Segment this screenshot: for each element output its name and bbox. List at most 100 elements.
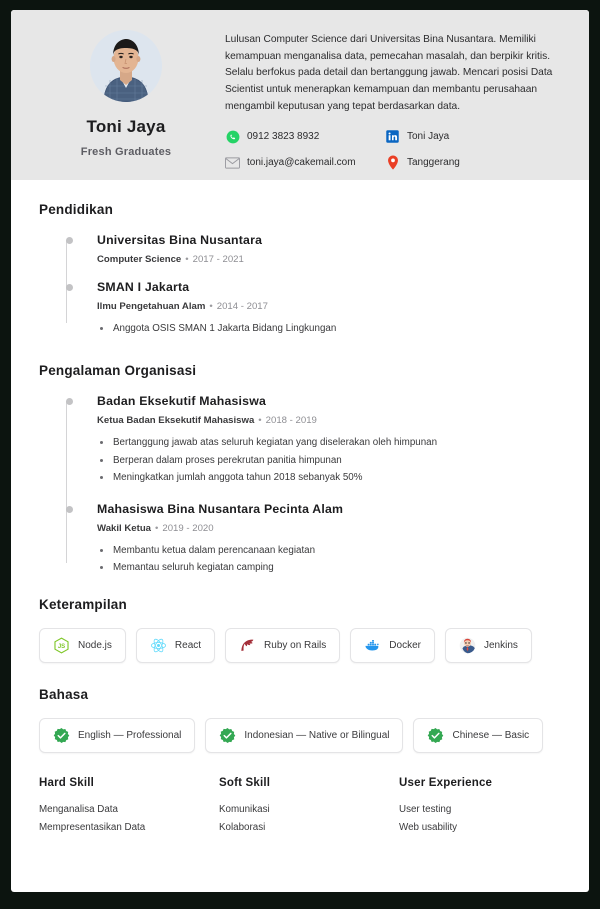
skill-chip-rails[interactable]: Ruby on Rails — [225, 627, 341, 663]
education-entry: Universitas Bina Nusantara Computer Scie… — [65, 233, 561, 265]
verified-check-icon — [427, 727, 444, 744]
svg-text:JS: JS — [58, 644, 65, 650]
resume-header: Toni Jaya Fresh Graduates Lulusan Comput… — [11, 10, 589, 180]
footer-column-title: User Experience — [399, 776, 493, 789]
contact-phone-value: 0912 3823 8932 — [247, 131, 320, 143]
education-major: Ilmu Pengetahuan Alam — [97, 301, 206, 312]
avatar — [90, 30, 162, 102]
timeline-line — [66, 401, 67, 563]
education-years: 2014 - 2017 — [216, 301, 268, 312]
linkedin-icon — [385, 129, 400, 144]
timeline-dot — [65, 237, 73, 244]
organization-meta: Wakil Ketua • 2019 - 2020 — [97, 523, 561, 534]
skill-chip-label: React — [174, 639, 202, 651]
organization-years: 2018 - 2019 — [265, 415, 317, 427]
bullet-item: Bertanggung jawab atas seluruh kegiatan … — [97, 434, 561, 451]
language-chip-indonesian[interactable]: Indonesian — Native or Bilingual — [205, 717, 404, 753]
resume-body: Pendidikan Universitas Bina Nusantara Co… — [11, 180, 589, 837]
footer-column-item: Kolaborasi — [219, 821, 266, 833]
organization-entry: Mahasiswa Bina Nusantara Pecinta Alam Wa… — [65, 501, 561, 577]
bullet-item: Meningkatkan jumlah anggota tahun 2018 s… — [97, 469, 561, 486]
contact-list: 0912 3823 8932 Toni Jaya toni.jaya@cakem… — [225, 129, 569, 170]
skill-chip-label: Docker — [389, 639, 421, 651]
education-years: 2017 - 2021 — [192, 254, 244, 265]
section-organization-experience: Pengalaman Organisasi Badan Eksekutif Ma… — [39, 363, 561, 576]
contact-location-value: Tanggerang — [407, 157, 460, 169]
skill-chip-react[interactable]: React — [135, 627, 216, 663]
meta-separator: • — [185, 254, 189, 265]
organization-timeline: Badan Eksekutif Mahasiswa Ketua Badan Ek… — [39, 394, 561, 576]
language-chip-label: Indonesian — Native or Bilingual — [244, 729, 390, 741]
footer-skill-columns: Hard Skill Menganalisa Data Mempresentas… — [39, 777, 561, 837]
skill-chip-docker[interactable]: Docker — [350, 627, 435, 663]
contact-phone[interactable]: 0912 3823 8932 — [225, 129, 385, 144]
profile-photo-icon — [90, 30, 162, 102]
education-meta: Ilmu Pengetahuan Alam • 2014 - 2017 — [97, 301, 561, 312]
section-title-education: Pendidikan — [39, 202, 114, 217]
meta-separator: • — [258, 415, 262, 427]
header-identity-block: Toni Jaya Fresh Graduates — [31, 28, 221, 180]
education-major: Computer Science — [97, 254, 182, 265]
bullet-item: Memantau seluruh kegiatan camping — [97, 559, 561, 576]
jenkins-icon — [459, 637, 476, 654]
language-chip-label: Chinese — Basic — [452, 729, 530, 741]
contact-location[interactable]: Tanggerang — [385, 155, 569, 170]
education-organization: Universitas Bina Nusantara — [97, 233, 263, 247]
timeline-dot — [65, 398, 73, 406]
bullet-item: Berperan dalam proses perekrutan panitia… — [97, 452, 561, 469]
section-languages: Bahasa English — Professional Indonesian… — [39, 687, 561, 753]
contact-email-value: toni.jaya@cakemail.com — [247, 157, 356, 169]
professional-summary: Lulusan Computer Science dari Universita… — [225, 34, 553, 112]
organization-years: 2019 - 2020 — [162, 522, 214, 534]
organization-bullets: Bertanggung jawab atas seluruh kegiatan … — [97, 434, 561, 486]
organization-entry: Badan Eksekutif Mahasiswa Ketua Badan Ek… — [65, 394, 561, 486]
bullet-item: Anggota OSIS SMAN 1 Jakarta Bidang Lingk… — [97, 320, 561, 337]
language-chip-list: English — Professional Indonesian — Nati… — [39, 717, 561, 753]
footer-column-item: Mempresentasikan Data — [39, 821, 146, 833]
footer-column-item: Web usability — [399, 821, 458, 833]
docker-icon — [364, 637, 381, 654]
rails-icon — [239, 637, 256, 654]
footer-column-user-experience: User Experience User testing Web usabili… — [399, 777, 561, 837]
skill-chip-nodejs[interactable]: JS Node.js — [39, 627, 126, 663]
education-organization: SMAN I Jakarta — [97, 280, 190, 294]
contact-email[interactable]: toni.jaya@cakemail.com — [225, 155, 385, 170]
organization-name: Badan Eksekutif Mahasiswa — [97, 394, 267, 409]
organization-name: Mahasiswa Bina Nusantara Pecinta Alam — [97, 501, 344, 516]
timeline-dot — [65, 505, 73, 513]
section-title-organization-experience: Pengalaman Organisasi — [39, 363, 197, 379]
resume-page: Toni Jaya Fresh Graduates Lulusan Comput… — [11, 10, 589, 892]
react-icon — [150, 637, 167, 654]
person-job-title: Fresh Graduates — [80, 146, 172, 158]
organization-role: Wakil Ketua — [97, 522, 152, 534]
education-meta: Computer Science • 2017 - 2021 — [97, 254, 561, 265]
timeline-line — [66, 240, 67, 324]
verified-check-icon — [53, 727, 70, 744]
section-education: Pendidikan Universitas Bina Nusantara Co… — [39, 202, 561, 337]
education-timeline: Universitas Bina Nusantara Computer Scie… — [39, 233, 561, 337]
footer-column-soft-skill: Soft Skill Komunikasi Kolaborasi — [219, 777, 381, 837]
organization-bullets: Membantu ketua dalam perencanaan kegiata… — [97, 542, 561, 577]
person-name: Toni Jaya — [86, 117, 166, 136]
language-chip-chinese[interactable]: Chinese — Basic — [413, 717, 544, 753]
language-chip-label: English — Professional — [78, 729, 182, 741]
education-entry: SMAN I Jakarta Ilmu Pengetahuan Alam • 201… — [65, 280, 561, 337]
section-title-skills: Keterampilan — [39, 596, 127, 612]
education-bullets: Anggota OSIS SMAN 1 Jakarta Bidang Lingk… — [97, 320, 561, 337]
section-title-languages: Bahasa — [39, 686, 89, 702]
skill-chip-list: JS Node.js React Ruby on Rails Docker Je… — [39, 627, 561, 663]
location-pin-icon — [385, 155, 400, 170]
footer-column-title: Soft Skill — [219, 776, 271, 789]
verified-check-icon — [219, 727, 236, 744]
footer-column-title: Hard Skill — [39, 776, 95, 789]
language-chip-english[interactable]: English — Professional — [39, 717, 196, 753]
skill-chip-label: Jenkins — [483, 639, 518, 651]
skill-chip-jenkins[interactable]: Jenkins — [444, 627, 532, 663]
bullet-item: Membantu ketua dalam perencanaan kegiata… — [97, 542, 561, 559]
contact-linkedin[interactable]: Toni Jaya — [385, 129, 569, 144]
footer-column-item: User testing — [399, 803, 452, 815]
skill-chip-label: Node.js — [78, 639, 112, 651]
nodejs-icon: JS — [53, 637, 70, 654]
organization-meta: Ketua Badan Eksekutif Mahasiswa • 2018 - 2… — [97, 415, 561, 426]
meta-separator: • — [155, 522, 159, 534]
